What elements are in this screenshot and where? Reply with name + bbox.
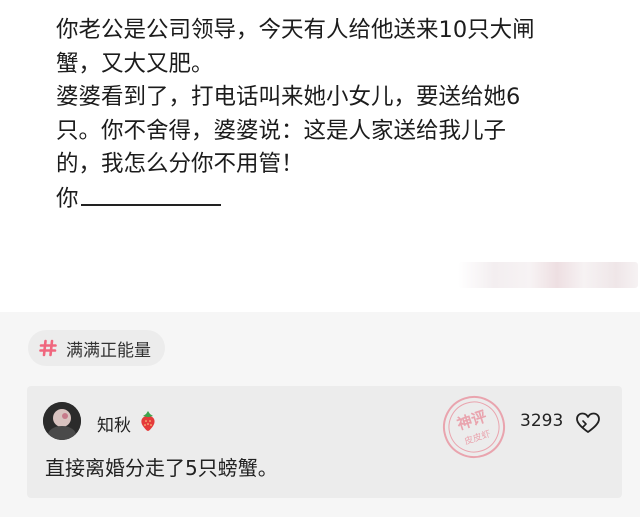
post-line: 的，我怎么分你不用管！ bbox=[56, 151, 304, 177]
post-line: 你老公是公司领导，今天有人给他送来10只大闸 bbox=[56, 17, 535, 43]
like-count: 3293 bbox=[520, 411, 564, 431]
comment-text: 直接离婚分走了5只螃蟹。 bbox=[45, 456, 278, 480]
blurred-content bbox=[458, 262, 638, 288]
post-line: 蟹，又大又肥。 bbox=[56, 50, 214, 77]
heart-icon[interactable] bbox=[575, 411, 601, 435]
hot-comment-stamp: 神评 皮皮虾 bbox=[443, 396, 505, 458]
avatar[interactable] bbox=[43, 402, 81, 440]
stamp-title: 神评 bbox=[455, 407, 489, 433]
avatar-image bbox=[43, 402, 81, 440]
hashtag-icon bbox=[39, 339, 57, 357]
post-content: 你老公是公司领导，今天有人给他送来10只大闸 蟹，又大又肥。 婆婆看到了，打电话… bbox=[0, 0, 640, 312]
hot-comment-card[interactable]: 知秋 神评 皮皮虾 3293 直接离婚分走了5只螃蟹。 bbox=[27, 386, 622, 498]
post-line: 只。你不舍得，婆婆说：这是人家送给我儿子 bbox=[56, 117, 507, 144]
post-line: 你 bbox=[56, 185, 79, 212]
username[interactable]: 知秋 bbox=[97, 411, 131, 436]
post-line: 婆婆看到了，打电话叫来她小女儿，要送给她6 bbox=[56, 84, 521, 110]
topic-tag[interactable]: 满满正能量 bbox=[28, 330, 165, 366]
post-text: 你老公是公司领导，今天有人给他送来10只大闸 蟹，又大又肥。 婆婆看到了，打电话… bbox=[56, 14, 596, 216]
strawberry-icon bbox=[141, 411, 155, 431]
post-line-last: 你 bbox=[56, 182, 596, 217]
fill-in-blank bbox=[80, 182, 221, 206]
topic-tag-label: 满满正能量 bbox=[66, 340, 151, 361]
